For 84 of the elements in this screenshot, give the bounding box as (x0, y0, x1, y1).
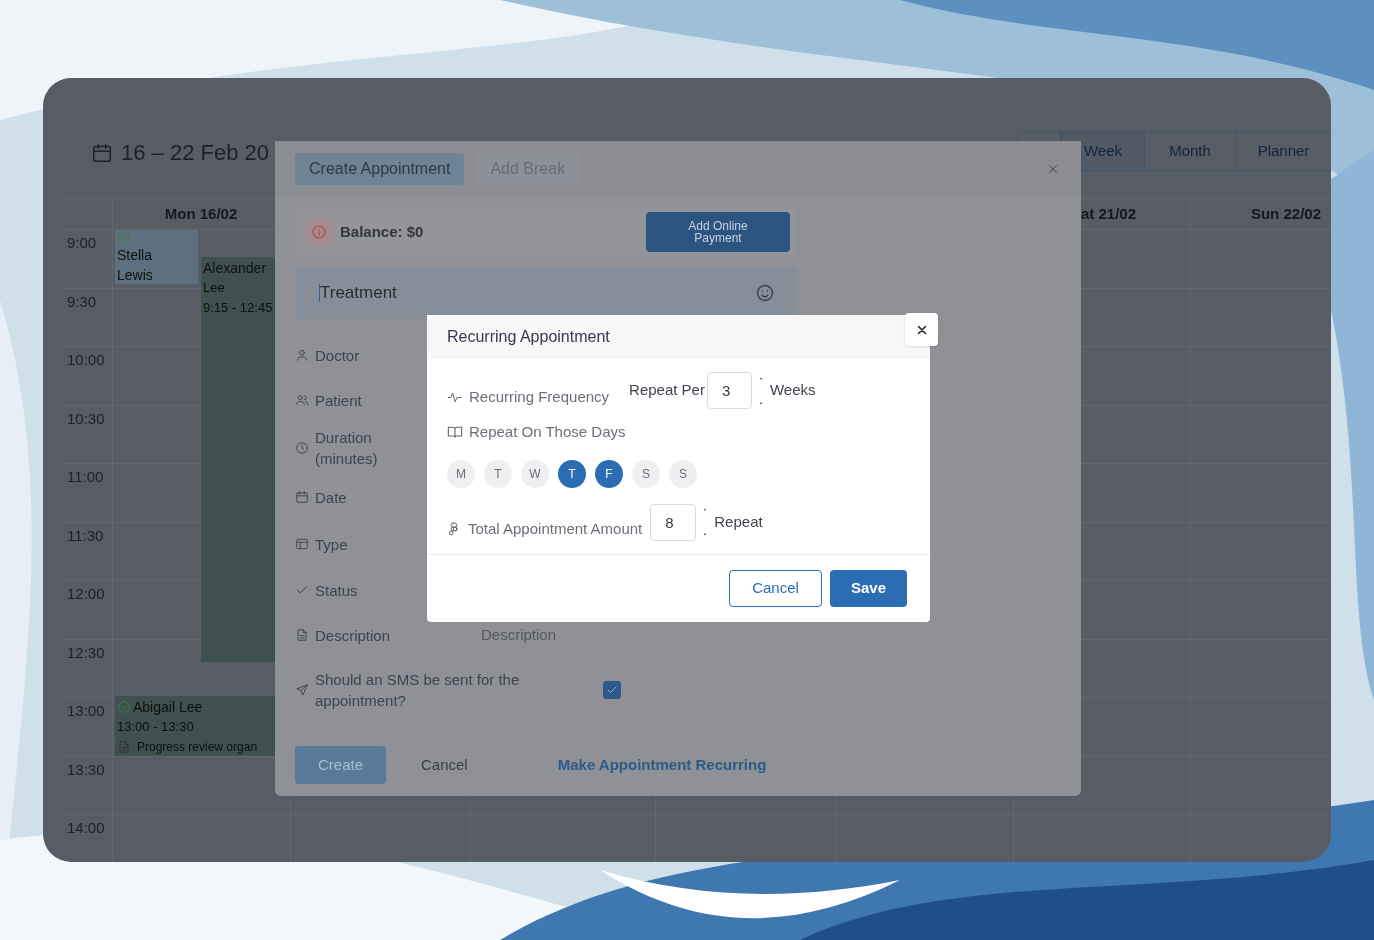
field-label: Status (315, 580, 359, 601)
day-header: at 21/02 (1081, 203, 1137, 224)
event-text: 9:15 - 12:45 (203, 299, 273, 317)
field-label: Description (315, 625, 392, 646)
time-label: 14:00 (67, 818, 105, 838)
time-label: 10:00 (67, 350, 105, 370)
field-label: Total Appointment Amount (468, 518, 643, 539)
day-toggle[interactable]: S (632, 459, 660, 488)
event-text: Lee (203, 279, 225, 297)
day-toggle[interactable]: S (669, 459, 697, 488)
sms-checkbox[interactable] (603, 681, 621, 699)
book-icon (447, 424, 463, 441)
field-label: Doctor (315, 345, 361, 366)
time-label: 9:30 (67, 291, 97, 312)
view-tab[interactable]: Planner (1235, 132, 1331, 170)
check-icon (295, 583, 309, 597)
field-label: Repeat Per (629, 380, 705, 401)
field-label: Type (315, 534, 349, 555)
date-range-title: 16 – 22 Feb 20 (121, 139, 269, 167)
time-label: 11:30 (67, 525, 104, 546)
appointment-event[interactable]: Abigail Lee 13:00 - 13:30 Progress review organ (115, 696, 275, 756)
day-toggle[interactable]: W (521, 459, 549, 488)
document-icon (117, 740, 131, 754)
table-icon (295, 537, 309, 551)
day-header: Mon 16/02 (164, 203, 238, 224)
time-label: 12:30 (67, 642, 105, 663)
figma-icon (447, 522, 461, 536)
people-icon (295, 393, 309, 407)
event-text: Stella (117, 246, 153, 265)
event-text: Lewis (117, 266, 153, 284)
cancel-button[interactable]: Cancel (729, 570, 822, 607)
field-label: Duration (minutes) (315, 428, 379, 469)
smile-icon (755, 283, 775, 303)
event-text: Alexander (203, 259, 267, 278)
event-text: 13:00 - 13:30 (117, 718, 194, 736)
close-icon[interactable] (1046, 162, 1060, 176)
info-icon (304, 217, 334, 247)
time-label: 13:30 (67, 759, 105, 780)
field-label: Should an SMS be sent for the appointment? (315, 670, 521, 711)
appointment-event[interactable]: Alexander Lee 9:15 - 12:45 (201, 257, 275, 662)
balance-text: Balance: $0 (340, 221, 424, 242)
field-label: Repeat On Those Days (469, 422, 626, 442)
time-label: 9:00 (67, 233, 97, 253)
total-amount-field[interactable]: 8 (650, 503, 697, 541)
appointment-event[interactable]: Stella Lewis (115, 230, 198, 284)
time-label: 11:00 (67, 467, 104, 487)
spinner-icon[interactable] (757, 375, 764, 406)
description-field[interactable]: Description (481, 623, 681, 647)
spinner-icon[interactable] (702, 507, 709, 537)
clock-icon (295, 441, 309, 455)
send-icon (295, 683, 309, 697)
pulse-icon (447, 390, 462, 405)
text-cursor (319, 284, 320, 302)
save-button[interactable]: Save (830, 570, 907, 607)
close-button[interactable] (905, 313, 938, 346)
unit-label: Repeat (714, 511, 763, 532)
field-label: Recurring Frequency (469, 387, 610, 408)
payment-button[interactable]: Add Online Payment (646, 212, 790, 252)
time-label: 13:00 (67, 701, 105, 721)
check-icon (606, 684, 618, 696)
person-icon (295, 348, 309, 362)
treatment-field[interactable]: Treatment (295, 267, 797, 319)
repeat-per-field[interactable]: 3 (706, 372, 752, 409)
time-label: 10:30 (67, 408, 105, 429)
day-toggle[interactable]: T (484, 459, 512, 488)
unit-label: Weeks (769, 380, 816, 401)
document-icon (295, 628, 309, 642)
day-header: Sun 22/02 (1250, 203, 1321, 224)
day-toggle[interactable]: M (447, 459, 475, 488)
calendar-icon (91, 141, 113, 164)
event-text: Progress review organ (137, 739, 258, 756)
dialog-title: Recurring Appointment (447, 327, 610, 347)
time-label: 12:00 (67, 584, 105, 604)
view-tab[interactable]: Month (1144, 132, 1235, 170)
recurring-link[interactable]: Make Appointment Recurring (557, 753, 767, 777)
field-label: Date (315, 487, 348, 508)
calendar-icon (295, 490, 309, 504)
create-button[interactable]: Create (295, 746, 386, 784)
day-toggle[interactable]: T (558, 459, 586, 488)
event-text: Abigail Lee (133, 698, 203, 717)
modal-tab[interactable]: Create Appointment (295, 153, 465, 185)
day-toggle[interactable]: F (595, 459, 623, 488)
field-label: Patient (315, 390, 363, 411)
cancel-button[interactable]: Cancel (421, 753, 468, 777)
